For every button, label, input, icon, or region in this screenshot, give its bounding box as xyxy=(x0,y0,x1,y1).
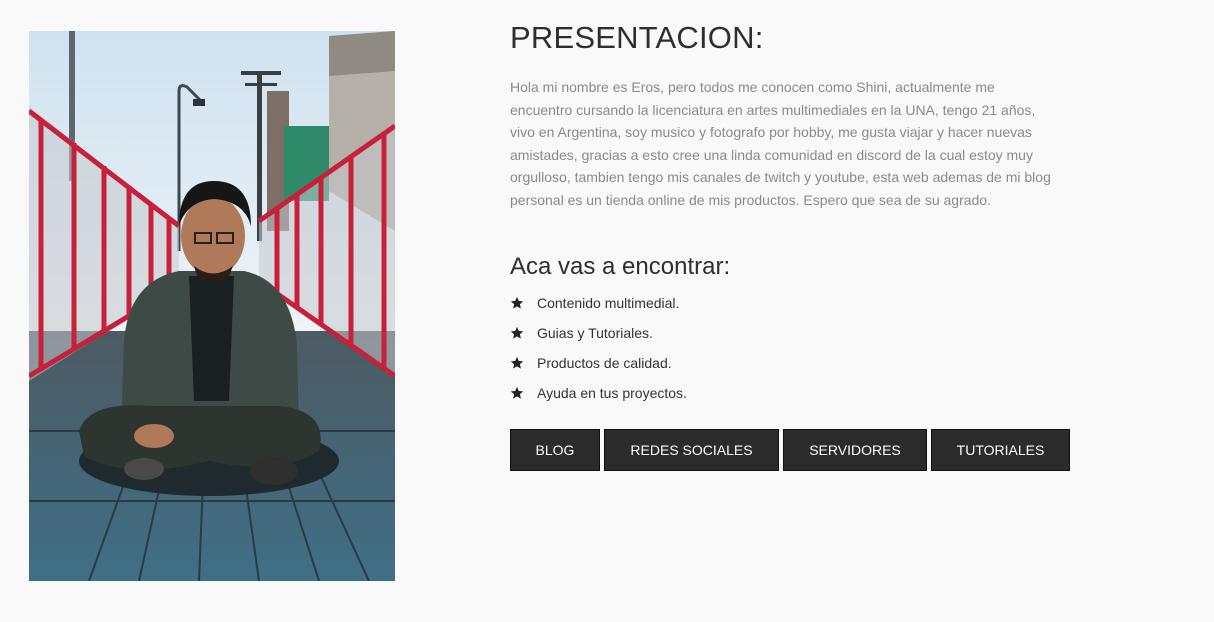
feature-label: Productos de calidad. xyxy=(537,354,672,371)
star-icon xyxy=(510,296,524,309)
presentation-title: PRESENTACION: xyxy=(510,20,764,55)
tutorials-button[interactable]: TUTORIALES xyxy=(931,428,1070,471)
feature-item: Contenido multimedial. xyxy=(510,288,1070,318)
feature-label: Contenido multimedial. xyxy=(537,294,680,311)
content-column: PRESENTACION: Hola mi nombre es Eros, pe… xyxy=(510,20,1070,471)
feature-item: Ayuda en tus proyectos. xyxy=(510,378,1070,408)
feature-item: Productos de calidad. xyxy=(510,348,1070,378)
feature-label: Guias y Tutoriales. xyxy=(537,324,653,341)
features-title: Aca vas a encontrar: xyxy=(510,252,731,280)
social-networks-button[interactable]: REDES SOCIALES xyxy=(604,428,779,471)
presentation-text: Hola mi nombre es Eros, pero todos me co… xyxy=(510,79,1051,208)
nav-buttons: BLOG REDES SOCIALES SERVIDORES TUTORIALE… xyxy=(510,428,1070,471)
servers-button[interactable]: SERVIDORES xyxy=(783,428,927,471)
star-icon xyxy=(510,326,524,339)
blog-button[interactable]: BLOG xyxy=(510,428,600,471)
feature-label: Ayuda en tus proyectos. xyxy=(537,384,687,401)
star-icon xyxy=(510,356,524,369)
features-list: Contenido multimedial. Guias y Tutoriale… xyxy=(510,288,1070,408)
profile-photo xyxy=(29,31,395,581)
star-icon xyxy=(510,386,524,399)
feature-item: Guias y Tutoriales. xyxy=(510,318,1070,348)
